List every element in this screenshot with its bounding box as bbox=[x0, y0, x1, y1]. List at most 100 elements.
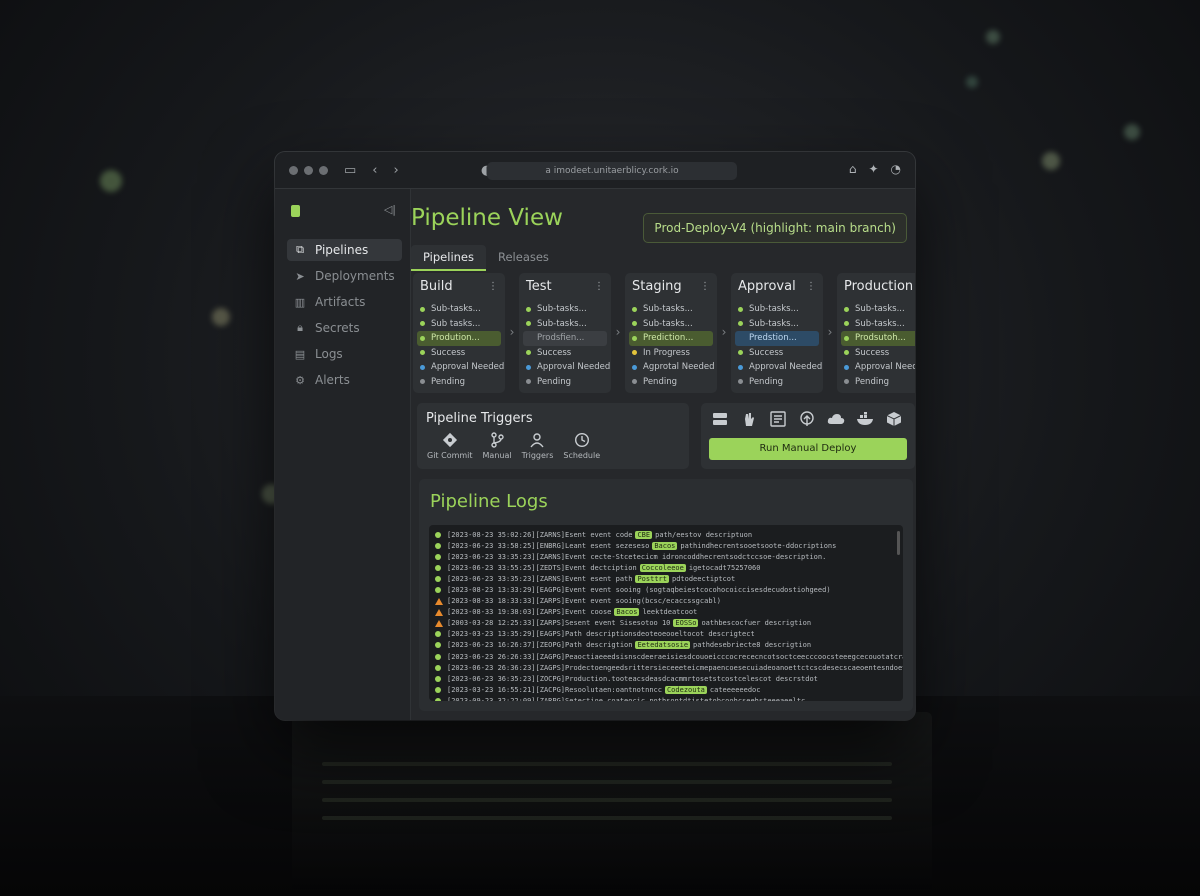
stage-row[interactable]: Success bbox=[519, 346, 611, 361]
sidebar-item-artifacts[interactable]: ▥ Artifacts bbox=[287, 291, 402, 313]
maximize-dot[interactable] bbox=[319, 165, 328, 175]
trigger-git-commit[interactable]: Git Commit bbox=[427, 432, 473, 460]
log-timestamp: [2023-08-23 35:02:26] bbox=[447, 530, 536, 539]
sidebar-item-pipelines[interactable]: ⧉ Pipelines bbox=[287, 239, 402, 261]
sidebar-item-alerts[interactable]: ⚙ Alerts bbox=[287, 369, 402, 391]
kebab-menu-icon[interactable]: ⋮ bbox=[594, 281, 604, 292]
log-level: [ZARNS] bbox=[535, 530, 566, 539]
success-icon bbox=[435, 631, 441, 638]
logs-icon: ▤ bbox=[294, 347, 306, 361]
stage-row[interactable]: Success bbox=[731, 346, 823, 361]
stage-row[interactable]: In Progress bbox=[625, 346, 717, 361]
back-icon[interactable]: ‹ bbox=[372, 163, 377, 178]
log-message-tail: igetocadt75257060 bbox=[688, 563, 761, 572]
log-message-tail: leektdeatcoot bbox=[642, 608, 698, 617]
kebab-menu-icon[interactable]: ⋮ bbox=[806, 281, 816, 292]
clock-icon bbox=[574, 432, 589, 448]
stage-row[interactable]: Success bbox=[837, 346, 915, 361]
home-icon[interactable]: ⌂ bbox=[849, 162, 857, 176]
ship-icon[interactable] bbox=[856, 411, 874, 427]
kebab-menu-icon[interactable]: ⋮ bbox=[700, 281, 710, 292]
extension-icon[interactable]: ✦ bbox=[868, 162, 878, 176]
stage-row[interactable]: Prodsfien... bbox=[523, 331, 607, 346]
cube-icon[interactable] bbox=[885, 411, 903, 427]
sidebar-item-secrets[interactable]: 🔒︎ Secrets bbox=[287, 317, 402, 339]
stage-row[interactable]: Approval Needed bbox=[837, 360, 915, 375]
stage-row[interactable]: Sub-tasks... bbox=[519, 302, 611, 317]
main-content: Pipeline View Prod-Deploy-V4 (highlight:… bbox=[411, 189, 915, 720]
kebab-menu-icon[interactable]: ⋮ bbox=[912, 281, 915, 292]
sidebar-item-label: Pipelines bbox=[315, 243, 369, 257]
stage-card-test[interactable]: Test ⋮ Sub-tasks... Sub-tasks... Prodsfien..… bbox=[519, 273, 611, 393]
stage-row[interactable]: Pending bbox=[519, 375, 611, 390]
stage-row[interactable]: Prediction... bbox=[629, 331, 713, 346]
trigger-label: Manual bbox=[482, 451, 512, 460]
address-bar[interactable]: 𝖺 imodeet.unitaerblicy.cork.io bbox=[487, 162, 737, 180]
stage-row[interactable]: Pending bbox=[413, 375, 505, 390]
stage-row[interactable]: Pending bbox=[625, 375, 717, 390]
tab-releases[interactable]: Releases bbox=[486, 245, 561, 271]
stage-row[interactable]: Pending bbox=[837, 375, 915, 390]
stage-row[interactable]: Sub-tasks... bbox=[837, 317, 915, 332]
stage-row[interactable]: Approval Needed bbox=[413, 360, 505, 375]
stage-row[interactable]: Sub-tasks... bbox=[731, 317, 823, 332]
sidebar-toggle-icon[interactable]: ▭ bbox=[344, 163, 356, 178]
stage-card-build[interactable]: Build ⋮ Sub-tasks... Sub tasks... Prodution.… bbox=[413, 273, 505, 393]
sidebar-item-logs[interactable]: ▤ Logs bbox=[287, 343, 402, 365]
stage-row[interactable]: Sub-tasks... bbox=[413, 302, 505, 317]
success-icon bbox=[435, 575, 441, 582]
log-scrollbar[interactable] bbox=[897, 531, 900, 555]
stage-row-label: Sub-tasks... bbox=[749, 304, 799, 315]
stage-row[interactable]: Predstion... bbox=[735, 331, 819, 346]
stage-row[interactable]: Sub-tasks... bbox=[731, 302, 823, 317]
stage-row[interactable]: Approval Needed bbox=[519, 360, 611, 375]
stage-row[interactable]: Sub-tasks... bbox=[625, 317, 717, 332]
log-timestamp: [2003-03-28 12:25:33] bbox=[447, 619, 536, 628]
cloud-icon[interactable] bbox=[827, 411, 845, 427]
sidebar-item-deployments[interactable]: ➤ Deployments bbox=[287, 265, 402, 287]
log-message: Leant esent sezeseso bbox=[565, 541, 650, 550]
tab-pipelines[interactable]: Pipelines bbox=[411, 245, 486, 271]
stage-row[interactable]: Pending bbox=[731, 375, 823, 390]
stage-card-production[interactable]: Production⋮ Sub-tasks... Sub-tasks... Prods… bbox=[837, 273, 915, 393]
run-manual-deploy-button[interactable]: Run Manual Deploy bbox=[709, 438, 907, 460]
stage-title: Production bbox=[844, 279, 914, 294]
stage-row[interactable]: Sub tasks... bbox=[413, 317, 505, 332]
gear-icon: ⚙ bbox=[295, 373, 305, 387]
trigger-manual[interactable]: Manual bbox=[483, 432, 512, 460]
log-message: Event coose bbox=[565, 608, 612, 617]
log-message-tail: (bcsc/ecaccssgcabl) bbox=[640, 597, 721, 606]
log-line: [2023-06-23 33:35:23] [ZARNS] Event esen… bbox=[429, 573, 903, 584]
stage-row[interactable]: Approval Needed bbox=[731, 360, 823, 375]
upload-icon[interactable] bbox=[798, 411, 816, 427]
stage-row[interactable]: Success bbox=[413, 346, 505, 361]
trigger-schedule[interactable]: Schedule bbox=[563, 432, 600, 460]
log-message: Event event sooing bbox=[565, 597, 641, 606]
stage-row[interactable]: Prodution... bbox=[417, 331, 501, 346]
stage-card-approval[interactable]: Approval ⋮ Sub-tasks... Sub-tasks... Predsti… bbox=[731, 273, 823, 393]
stage-row[interactable]: Prodsutoh... bbox=[841, 331, 915, 346]
stage-row[interactable]: Sub-tasks... bbox=[837, 302, 915, 317]
status-dot-icon bbox=[632, 350, 637, 356]
log-level: [ZAGPG] bbox=[535, 652, 566, 661]
sidebar-item-label: Secrets bbox=[315, 321, 360, 335]
stage-card-staging[interactable]: Staging ⋮ Sub-tasks... Sub-tasks... Predicti… bbox=[625, 273, 717, 393]
profile-icon[interactable]: ◔ bbox=[891, 162, 901, 176]
forward-icon[interactable]: › bbox=[394, 163, 399, 178]
collapse-sidebar-icon[interactable]: ◁| bbox=[384, 203, 396, 216]
stage-row[interactable]: Agprotal Needed bbox=[625, 360, 717, 375]
close-dot[interactable] bbox=[289, 165, 298, 175]
trigger-label: Schedule bbox=[563, 451, 601, 460]
log-message-tail: pathdesebriecte8 descrigtion bbox=[693, 641, 812, 650]
trigger-triggers[interactable]: Triggers bbox=[522, 432, 553, 460]
log-timestamp: [2023-06-23 33:35:23] bbox=[447, 552, 536, 561]
hand-icon[interactable] bbox=[740, 411, 758, 427]
kebab-menu-icon[interactable]: ⋮ bbox=[488, 281, 498, 292]
build-icon[interactable] bbox=[769, 411, 787, 427]
status-dot-icon bbox=[632, 364, 637, 370]
minimize-dot[interactable] bbox=[304, 165, 313, 175]
stage-row[interactable]: Sub-tasks... bbox=[625, 302, 717, 317]
log-output[interactable]: [2023-08-23 35:02:26] [ZARNS] Esent even… bbox=[429, 525, 903, 701]
stage-row[interactable]: Sub-tasks... bbox=[519, 317, 611, 332]
server-icon[interactable] bbox=[711, 411, 729, 427]
